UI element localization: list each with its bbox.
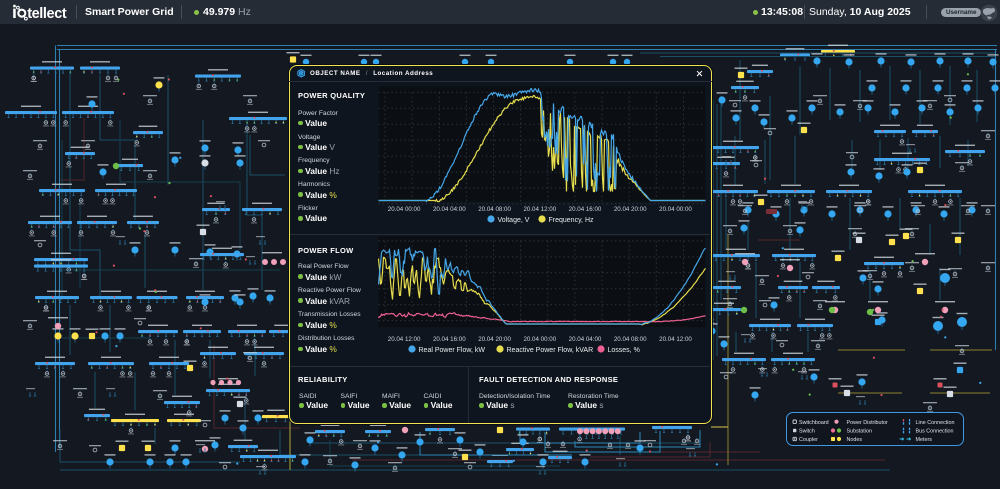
svg-text:20.04 08:00: 20.04 08:00	[478, 206, 511, 213]
svg-text:20.04 08:00: 20.04 08:00	[614, 336, 647, 343]
svg-text:Voltage, V: Voltage, V	[498, 217, 530, 224]
svg-text:20.04 00:00: 20.04 00:00	[659, 206, 692, 213]
svg-text:20.04 12:00: 20.04 12:00	[388, 336, 421, 343]
svg-text:20.04 00:00: 20.04 00:00	[523, 336, 556, 343]
svg-text:20.04 16:00: 20.04 16:00	[433, 336, 466, 343]
svg-text:20.04 20:00: 20.04 20:00	[614, 206, 647, 213]
svg-text:Real Power Flow, kW: Real Power Flow, kW	[419, 347, 486, 354]
svg-text:20.04 12:00: 20.04 12:00	[659, 336, 692, 343]
svg-text:Reactive Power Flow, kVAR: Reactive Power Flow, kVAR	[507, 347, 594, 354]
svg-text:tellect: tellect	[27, 6, 67, 22]
svg-text:20.04 16:00: 20.04 16:00	[569, 206, 602, 213]
svg-text:20.04 04:00: 20.04 04:00	[433, 206, 466, 213]
svg-text:20.04 04:00: 20.04 04:00	[569, 336, 602, 343]
svg-text:Losses, %: Losses, %	[608, 347, 640, 354]
svg-text:20.04 20:00: 20.04 20:00	[478, 336, 511, 343]
svg-text:20.04 00:00: 20.04 00:00	[388, 206, 421, 213]
svg-text:20.04 12:00: 20.04 12:00	[523, 206, 556, 213]
svg-text:Frequency, Hz: Frequency, Hz	[549, 217, 594, 224]
